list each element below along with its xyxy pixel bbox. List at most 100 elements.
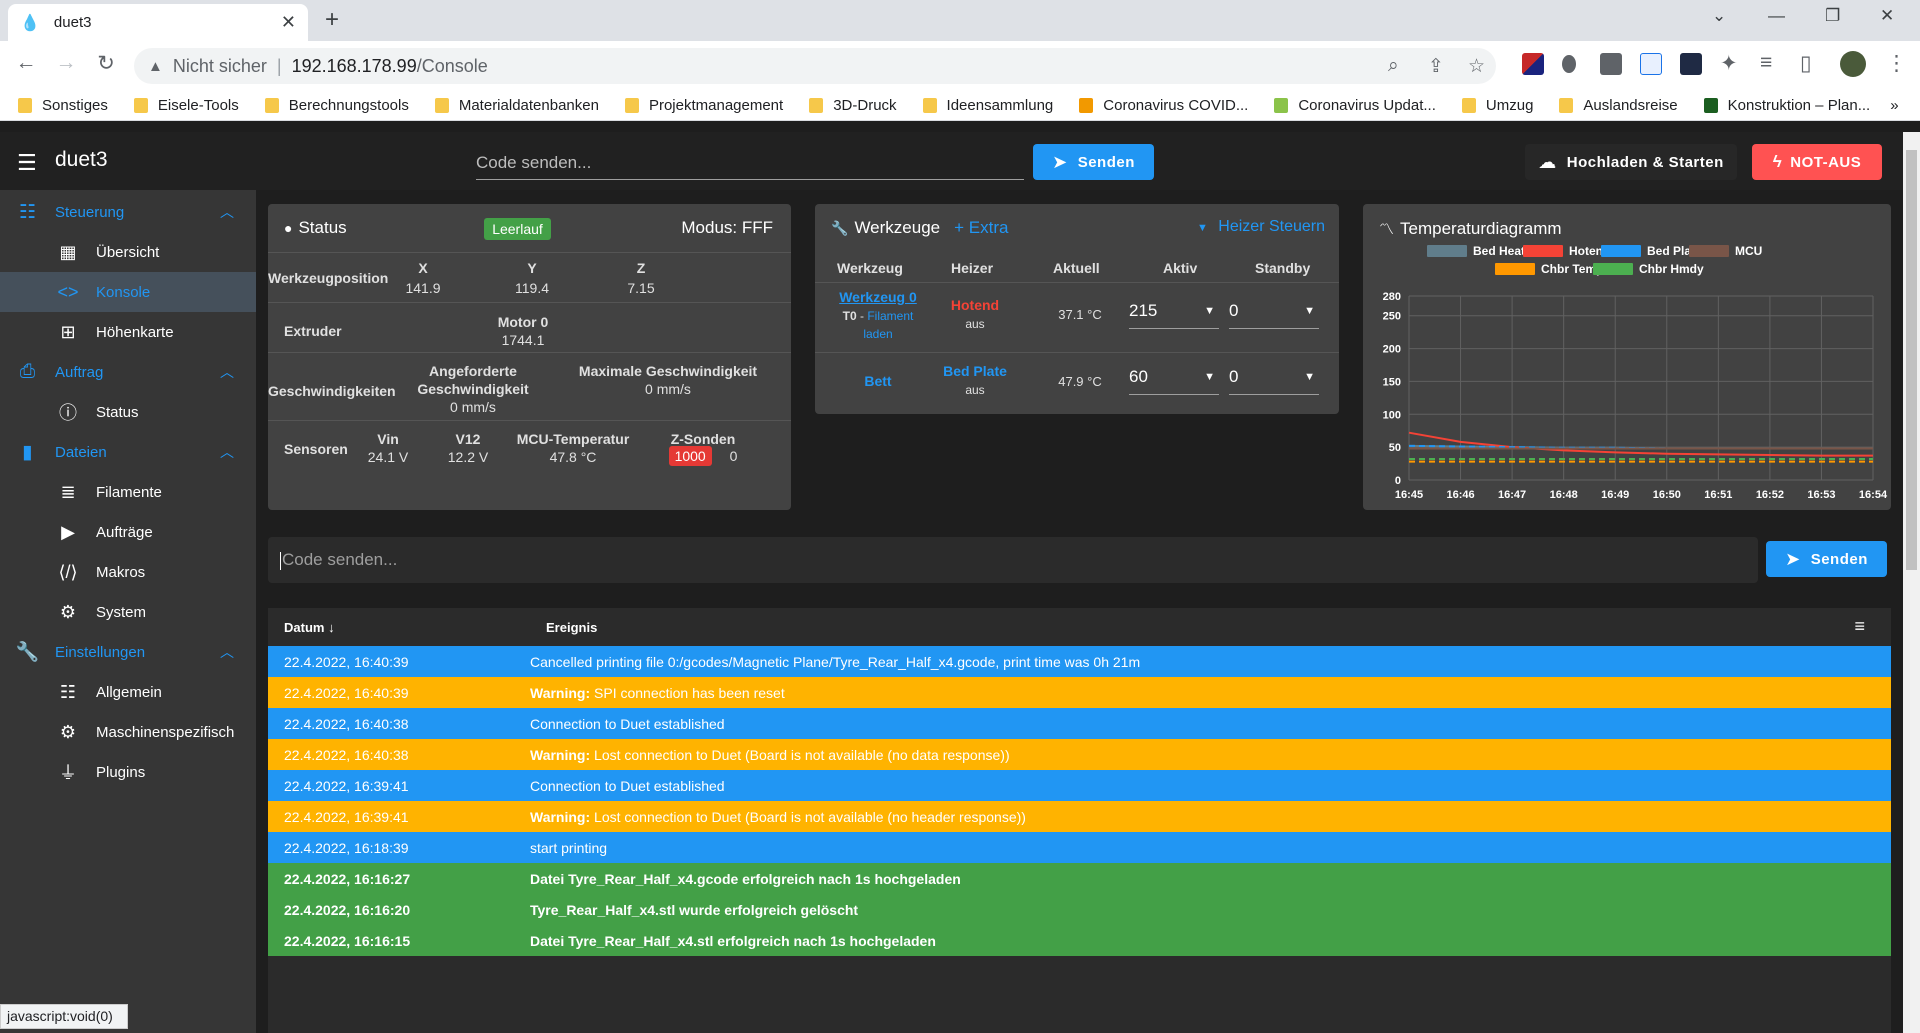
- load-filament-link-2[interactable]: laden: [823, 327, 933, 341]
- extension-flag-icon[interactable]: [1522, 53, 1544, 75]
- extension-gallery-icon[interactable]: [1600, 53, 1622, 75]
- zoom-icon[interactable]: ⌕: [1388, 55, 1399, 77]
- sidebar-group-dateien[interactable]: ▮ Dateien ︿: [0, 432, 256, 472]
- tool-position-row: Werkzeugposition X 141.9 Y 119.4 Z 7.15: [268, 252, 791, 302]
- wrench-icon: 🔧: [831, 219, 849, 236]
- extensions-puzzle-icon[interactable]: ✦: [1720, 51, 1738, 76]
- dropdown-arrow-icon: ▼: [1204, 305, 1215, 317]
- browser-menu-icon[interactable]: ⋮: [1886, 51, 1907, 76]
- log-row: 22.4.2022, 16:40:39 Warning: SPI connecti…: [268, 677, 1891, 708]
- sidebar-item-allgemein[interactable]: ☷ Allgemein: [0, 672, 256, 712]
- more-bookmarks-icon[interactable]: »: [1890, 97, 1898, 114]
- bed-link[interactable]: Bett: [823, 373, 933, 389]
- upload-and-start-button[interactable]: ☁ Hochladen & Starten: [1525, 144, 1737, 180]
- bookmark-folder[interactable]: Umzug: [1461, 97, 1533, 114]
- bookmark-folder[interactable]: Sonstiges: [18, 97, 108, 114]
- sidebar-item-uebersicht[interactable]: ▦ Übersicht: [0, 232, 256, 272]
- reading-list-icon[interactable]: ≡: [1760, 51, 1772, 75]
- share-icon[interactable]: ⇪: [1428, 55, 1444, 78]
- bookmark-folder[interactable]: Berechnungstools: [264, 97, 409, 114]
- sidebar-group-einstellungen[interactable]: 🔧 Einstellungen ︿: [0, 632, 256, 672]
- heater-control-menu[interactable]: ▼ Heizer Steuern: [1197, 218, 1325, 236]
- bookmark-folder[interactable]: Ideensammlung: [922, 97, 1053, 114]
- tune-icon: ☷: [59, 681, 77, 702]
- col-aktiv: Aktiv: [1163, 260, 1198, 276]
- bed-standby-select[interactable]: 0 ▼: [1229, 361, 1319, 395]
- sidebar-item-makros[interactable]: ⟨/⟩ Makros: [0, 552, 256, 592]
- hamburger-menu-icon[interactable]: ☰: [17, 150, 37, 176]
- konstruktion-site-icon: [1703, 97, 1718, 113]
- console-send-button[interactable]: ➤ Senden: [1766, 541, 1887, 577]
- bed-active-select[interactable]: 60 ▼: [1129, 361, 1219, 395]
- sidebar-item-konsole[interactable]: <> Konsole: [0, 272, 256, 312]
- hotend-heater-label[interactable]: Hotend: [925, 297, 1025, 313]
- page-scrollbar[interactable]: [1903, 132, 1920, 1033]
- bookmark-star-icon[interactable]: ☆: [1468, 55, 1485, 78]
- log-row: 22.4.2022, 16:16:15 Datei Tyre_Rear_Half_…: [268, 925, 1891, 956]
- axis-y-label: Y: [527, 260, 537, 276]
- emergency-stop-button[interactable]: ϟ NOT-AUS: [1752, 144, 1882, 180]
- bookmark-folder[interactable]: Eisele-Tools: [133, 97, 239, 114]
- bookmark-folder[interactable]: Materialdatenbanken: [434, 97, 599, 114]
- sidebar-item-hoehenkarte[interactable]: ⊞ Höhenkarte: [0, 312, 256, 352]
- close-window-icon[interactable]: ✕: [1880, 6, 1894, 26]
- extension-balloon-icon[interactable]: [1562, 55, 1576, 73]
- tool-row-bed: Bett Bed Plate aus 47.9 °C 60 ▼ 0 ▼: [815, 352, 1339, 414]
- temperature-chart: 0 50 100 150 200 250 280 16:45 16:46 16:47 16:48 16…: [1383, 291, 1888, 501]
- bookmark-folder[interactable]: Projektmanagement: [624, 97, 783, 114]
- scrollbar-thumb[interactable]: [1906, 150, 1917, 570]
- col-datum[interactable]: Datum ↓: [284, 620, 335, 635]
- extruder-label: Extruder: [284, 323, 342, 339]
- reload-icon[interactable]: ↻: [86, 51, 126, 76]
- sidebar-group-steuerung[interactable]: ☷ Steuerung ︿: [0, 192, 256, 232]
- back-icon[interactable]: ←: [6, 51, 46, 76]
- side-panel-icon[interactable]: ▯: [1800, 51, 1812, 76]
- sidebar-item-plugins[interactable]: ⏚ Plugins: [0, 752, 256, 792]
- load-filament-link[interactable]: Filament: [867, 309, 913, 323]
- not-secure-warning-icon[interactable]: ▲: [148, 58, 163, 75]
- sidebar-item-auftraege[interactable]: ▶ Aufträge: [0, 512, 256, 552]
- motor-value: 1744.1: [501, 332, 545, 348]
- console-code-input[interactable]: Code senden...: [268, 537, 1758, 583]
- sensors-row: Sensoren Vin 24.1 V V12 12.2 V MCU-Tempe…: [268, 420, 791, 472]
- app-title: duet3: [55, 148, 108, 171]
- bookmark-link[interactable]: Konstruktion – Plan...: [1703, 97, 1870, 114]
- close-tab-icon[interactable]: ✕: [281, 12, 296, 33]
- top-send-button[interactable]: ➤ Senden: [1033, 144, 1154, 180]
- sd-card-icon: ▮: [22, 441, 33, 463]
- bookmark-folder[interactable]: Auslandsreise: [1559, 97, 1678, 114]
- bookmark-folder[interactable]: 3D-Druck: [809, 97, 897, 114]
- minimize-icon[interactable]: —: [1768, 6, 1785, 26]
- profile-avatar[interactable]: [1840, 51, 1866, 77]
- extension-lyrics-icon[interactable]: [1640, 53, 1662, 75]
- tab-search-icon[interactable]: ⌄: [1712, 6, 1726, 26]
- browser-tab[interactable]: 💧 duet3 ✕: [8, 4, 308, 41]
- sidebar-item-filamente[interactable]: ≣ Filamente: [0, 472, 256, 512]
- hotend-standby-select[interactable]: 0 ▼: [1229, 295, 1319, 329]
- bookmark-link[interactable]: Coronavirus Updat...: [1274, 97, 1436, 114]
- menu-icon[interactable]: ≡: [1854, 616, 1865, 637]
- hotend-active-select[interactable]: 215 ▼: [1129, 295, 1219, 329]
- url-separator: |: [276, 55, 282, 76]
- new-tab-icon[interactable]: +: [325, 6, 339, 34]
- bookmark-link[interactable]: Coronavirus COVID...: [1079, 97, 1248, 114]
- log-event: Tyre_Rear_Half_x4.stl wurde erfolgreich …: [530, 902, 1891, 918]
- sidebar-item-maschinenspezifisch[interactable]: ⚙ Maschinenspezifisch: [0, 712, 256, 752]
- extra-menu[interactable]: + Extra: [954, 218, 1008, 238]
- sidebar-item-status[interactable]: ⓘ Status: [0, 392, 256, 432]
- status-chip: Leerlauf: [484, 218, 551, 240]
- address-bar[interactable]: ▲ Nicht sicher | 192.168.178.99 /Console…: [134, 48, 1496, 84]
- forward-icon[interactable]: →: [46, 51, 86, 76]
- bed-plate-heater-label[interactable]: Bed Plate: [925, 363, 1025, 379]
- sidebar-item-system[interactable]: ⚙ System: [0, 592, 256, 632]
- mcu-temp-value: 47.8 °C: [549, 449, 597, 465]
- console-log-header: Datum ↓ Ereignis ≡: [268, 608, 1891, 646]
- maximize-icon[interactable]: ❐: [1825, 6, 1840, 26]
- requested-speed-value: 0 mm/s: [450, 399, 496, 415]
- x-tick-label: 16:50: [1653, 489, 1681, 501]
- gear-icon: ⚙: [59, 601, 77, 622]
- extension-dl-icon[interactable]: [1680, 53, 1702, 75]
- tool-0-link[interactable]: Werkzeug 0: [823, 289, 933, 305]
- sidebar-group-auftrag[interactable]: ⎙ Auftrag ︿: [0, 352, 256, 392]
- top-code-input[interactable]: Code senden...: [476, 150, 1024, 180]
